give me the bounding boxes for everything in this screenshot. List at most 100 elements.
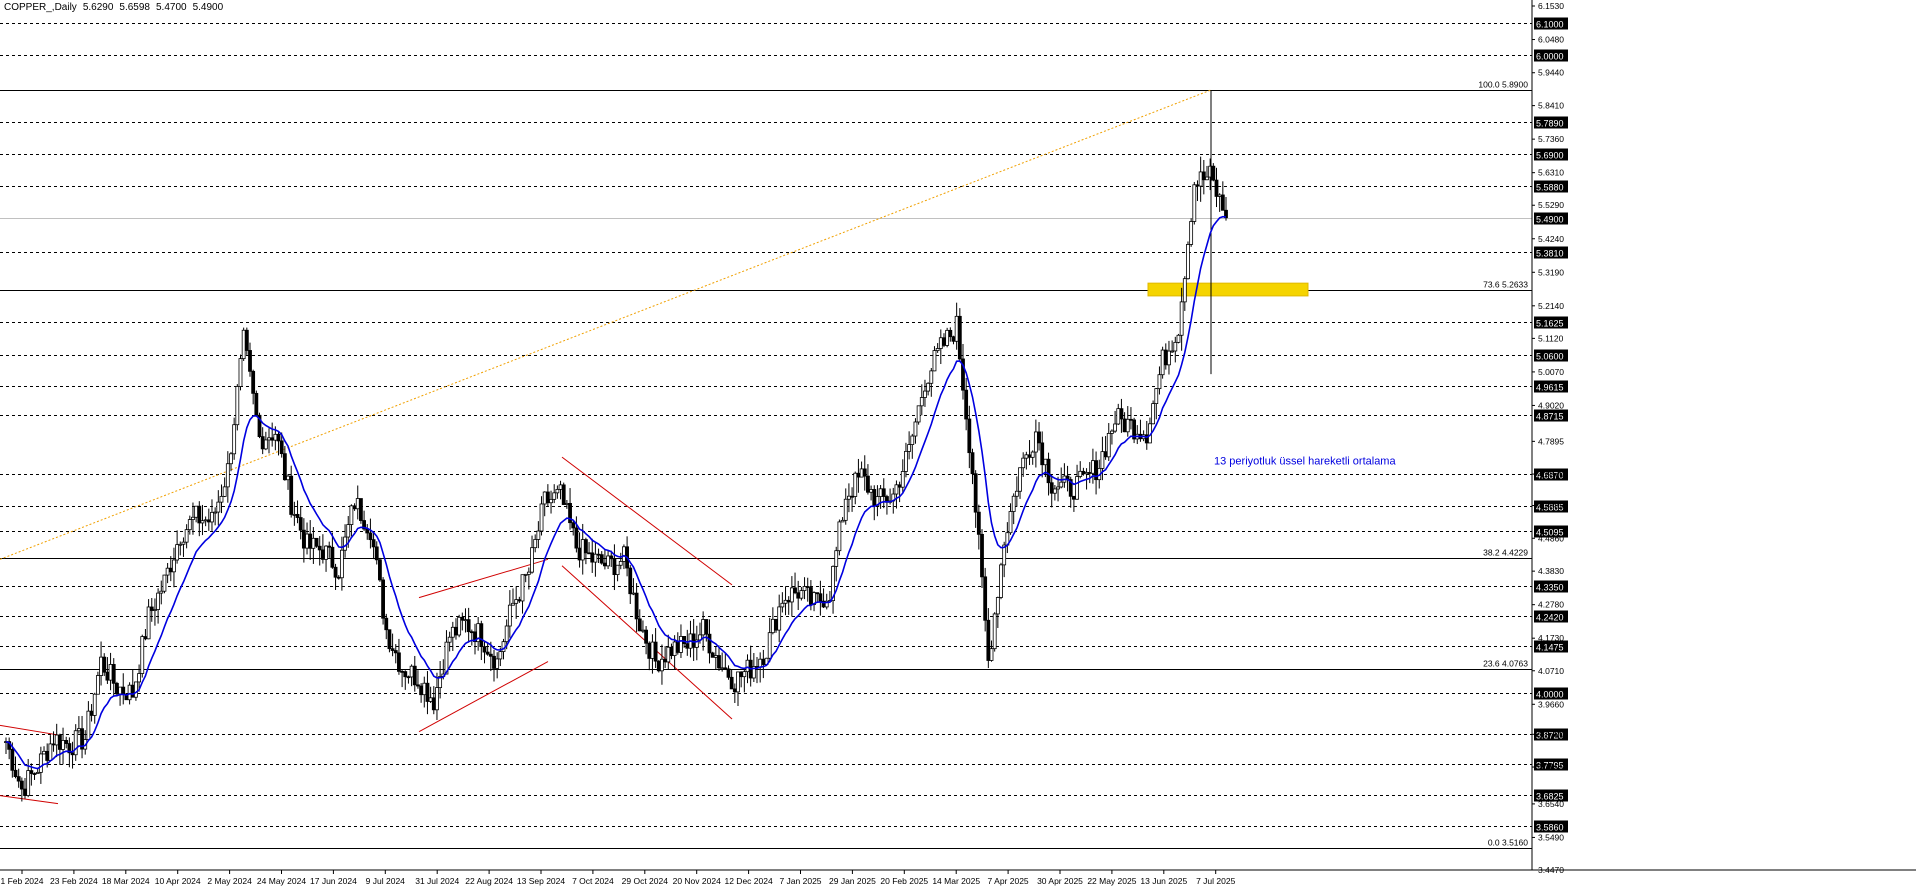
candle-body <box>168 567 173 573</box>
candle-body <box>289 475 294 515</box>
candle-body <box>995 597 1000 615</box>
candle-body <box>923 390 927 398</box>
candle-body <box>599 554 604 564</box>
fib-level-label: 100.0 5.8900 <box>1478 80 1528 90</box>
candle-body <box>713 655 718 658</box>
candle-body <box>1021 457 1026 469</box>
candle-body <box>641 629 645 632</box>
candle-body <box>907 444 912 452</box>
candle-body <box>1119 408 1124 420</box>
candle-body <box>580 539 585 561</box>
candle-body <box>197 505 202 524</box>
ema-layer <box>5 215 1227 770</box>
candle-body <box>137 673 141 683</box>
y-tick-label: 5.0070 <box>1538 367 1564 377</box>
fib-level-label: 38.2 4.4229 <box>1483 548 1528 558</box>
candle-body <box>292 513 297 516</box>
level-price-label: 4.1475 <box>1536 643 1564 653</box>
trend-channel-line <box>0 795 59 805</box>
candle-body <box>612 558 617 576</box>
candle-body <box>1113 423 1117 432</box>
candle-body <box>967 418 972 454</box>
candle-body <box>108 664 113 681</box>
candle-body <box>805 586 810 588</box>
candle-body <box>1071 495 1076 500</box>
candle-body <box>64 740 69 744</box>
candle-body <box>153 609 157 611</box>
candle-body <box>1167 350 1171 366</box>
candle-body <box>992 613 997 650</box>
candle-body <box>146 606 151 640</box>
candle-body <box>1056 486 1060 490</box>
level-price-label: 5.0600 <box>1536 352 1564 362</box>
candle-body <box>175 544 180 561</box>
candle-body <box>745 659 750 673</box>
candle-body <box>723 667 728 670</box>
candle-body <box>251 370 256 394</box>
candle-body <box>767 632 772 659</box>
candle-body <box>732 688 737 693</box>
candle-body <box>774 618 778 631</box>
candle-body <box>916 405 921 423</box>
candle-body <box>359 498 363 521</box>
candle-body <box>301 529 306 549</box>
candle-body <box>1211 165 1216 181</box>
candle-body <box>200 520 205 524</box>
candle-body <box>1192 184 1197 222</box>
candle-body <box>216 501 221 513</box>
candle-body <box>384 617 389 631</box>
candle-body <box>488 653 493 657</box>
price-chart[interactable]: 100.0 5.8900 73.6 5.2633 38.2 4.4229 23.6 4… <box>0 0 1916 888</box>
level-price-label: 5.4900 <box>1536 215 1564 225</box>
candle-body <box>837 521 842 552</box>
candle-body <box>1033 431 1038 453</box>
candle-body <box>1189 221 1194 245</box>
candle-body <box>1014 490 1019 497</box>
time-axis: 1 Feb 2024 23 Feb 2024 18 Mar 2024 10 Apr 2… <box>0 869 1916 886</box>
candle-body <box>571 522 576 529</box>
candle-body <box>555 489 560 494</box>
candle-body <box>881 488 886 497</box>
candle-body <box>115 682 119 695</box>
candle-body <box>894 484 899 495</box>
candle-body <box>105 671 110 681</box>
candle-body <box>663 658 668 663</box>
y-tick-label: 3.9660 <box>1538 699 1564 709</box>
candle-body <box>926 382 931 392</box>
level-price-label: 5.5880 <box>1536 183 1564 193</box>
candle-body <box>609 555 614 560</box>
candle-body <box>320 549 325 560</box>
candle-body <box>435 687 439 711</box>
candle-body <box>143 636 148 640</box>
candle-body <box>498 651 503 660</box>
ema-line <box>5 215 1227 770</box>
candle-body <box>23 788 27 796</box>
candle-body <box>244 329 249 351</box>
candle-body <box>1176 334 1181 343</box>
candle-body <box>1049 482 1054 494</box>
candle-body <box>450 626 455 638</box>
candle-body <box>856 472 861 478</box>
candle-body <box>701 619 706 636</box>
candle-body <box>919 397 924 407</box>
candle-body <box>1198 171 1203 187</box>
candle-body <box>194 505 199 518</box>
horizontal-levels-layer <box>0 23 1532 827</box>
candle-body <box>1122 418 1127 433</box>
candle-body <box>501 641 506 652</box>
candle-body <box>1100 451 1105 469</box>
candle-body <box>102 656 107 673</box>
candle-body <box>808 587 813 605</box>
level-price-label: 5.3810 <box>1536 249 1564 259</box>
candle-body <box>54 734 59 746</box>
candle-body <box>872 489 877 507</box>
candle-body <box>666 646 671 663</box>
candle-body <box>333 566 338 578</box>
x-tick-label: 7 Jan 2025 <box>779 876 821 886</box>
candle-body <box>507 604 512 627</box>
x-tick-label: 20 Nov 2024 <box>673 876 721 886</box>
candle-body <box>549 498 553 504</box>
y-tick-label: 4.5885 <box>1538 501 1564 511</box>
candle-body <box>951 336 956 342</box>
candle-body <box>1103 451 1108 458</box>
